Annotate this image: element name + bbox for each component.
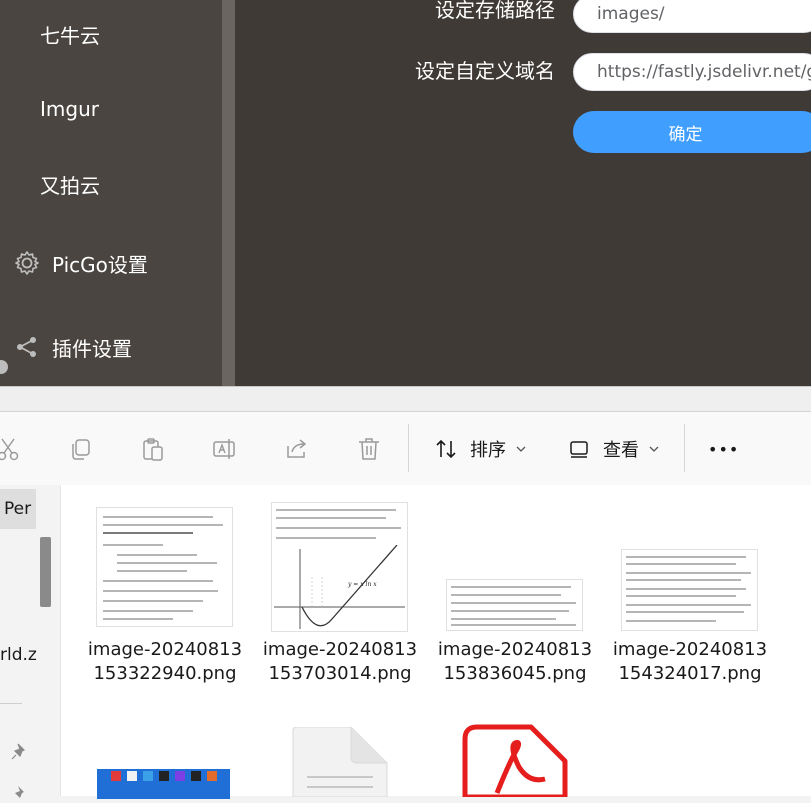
scrollbar-thumb[interactable] — [0, 360, 8, 374]
sidebar-item-imgur[interactable]: Imgur — [0, 89, 222, 129]
share-icon — [14, 334, 40, 360]
sort-label: 排序 — [470, 440, 506, 461]
nav-file-label: rld.z — [0, 645, 37, 665]
domain-label: 设定自定义域名 — [415, 59, 555, 83]
sidebar-item-label: PicGo设置 — [52, 252, 148, 277]
sidebar-item-label: 插件设置 — [52, 336, 132, 361]
picgo-window: 七牛云 Imgur 又拍云 PicGo设置 插件设置 设定存储路径 images… — [0, 0, 811, 386]
path-input[interactable]: images/ — [573, 0, 811, 33]
file-name[interactable]: image-20240813153703014.png — [260, 638, 420, 686]
confirm-button[interactable]: 确定 — [573, 111, 811, 153]
file-list: y = x ln x image-20240813153322940.png i… — [61, 485, 811, 799]
title-bar — [0, 387, 811, 412]
sort-button[interactable]: 排序 — [434, 432, 526, 466]
sort-icon — [436, 439, 456, 459]
nav-item-label: Per — [4, 499, 32, 519]
file-thumbnail[interactable] — [96, 507, 233, 627]
file-explorer-window: 排序 查看 ••• Per rld.z y = x ln x image-202… — [0, 386, 811, 799]
chevron-down-icon — [649, 446, 659, 452]
sidebar-item-label: 七牛云 — [40, 23, 100, 48]
graph-label: y = x ln x — [348, 581, 377, 588]
pin-icon[interactable] — [10, 741, 30, 761]
gear-icon — [14, 250, 40, 276]
cut-icon[interactable] — [0, 436, 22, 462]
scrollbar-thumb[interactable] — [40, 537, 51, 607]
sidebar-item-upyun[interactable]: 又拍云 — [0, 164, 222, 204]
file-thumbnail[interactable]: y = x ln x — [271, 502, 408, 632]
file-name[interactable]: image-20240813153322940.png — [85, 638, 245, 686]
document-file-icon[interactable] — [289, 727, 391, 797]
sidebar-item-qiniu[interactable]: 七牛云 — [0, 14, 222, 54]
more-options-button[interactable]: ••• — [708, 432, 739, 466]
toolbar-separator — [684, 424, 685, 472]
paste-icon[interactable] — [140, 436, 166, 462]
file-thumbnail[interactable] — [446, 579, 583, 631]
command-bar: 排序 查看 ••• — [0, 412, 811, 485]
pdf-file-icon[interactable] — [459, 723, 571, 797]
file-thumbnail[interactable] — [621, 549, 758, 631]
sidebar: 七牛云 Imgur 又拍云 PicGo设置 插件设置 — [0, 0, 222, 386]
view-icon — [570, 441, 588, 458]
navigation-pane: Per rld.z — [0, 485, 61, 798]
copy-icon[interactable] — [68, 436, 94, 462]
view-button[interactable]: 查看 — [569, 432, 659, 466]
chevron-down-icon — [516, 446, 526, 452]
sidebar-item-plugin-settings[interactable]: 插件设置 — [0, 327, 222, 367]
panel-divider — [222, 0, 235, 386]
delete-icon[interactable] — [356, 436, 382, 462]
sidebar-item-picgo-settings[interactable]: PicGo设置 — [0, 243, 222, 283]
rename-icon[interactable] — [212, 436, 238, 462]
domain-input[interactable]: https://fastly.jsdelivr.net/g — [573, 53, 811, 91]
toolbar-separator — [408, 424, 409, 472]
nav-divider — [0, 703, 22, 704]
share-icon[interactable] — [284, 436, 310, 462]
pin-icon[interactable] — [10, 783, 30, 803]
file-name[interactable]: image-20240813154324017.png — [610, 638, 770, 686]
path-label: 设定存储路径 — [435, 0, 555, 22]
sidebar-item-label: Imgur — [40, 97, 99, 121]
view-label: 查看 — [603, 440, 639, 461]
file-name[interactable]: image-20240813153836045.png — [435, 638, 595, 686]
sidebar-item-label: 又拍云 — [40, 173, 100, 198]
